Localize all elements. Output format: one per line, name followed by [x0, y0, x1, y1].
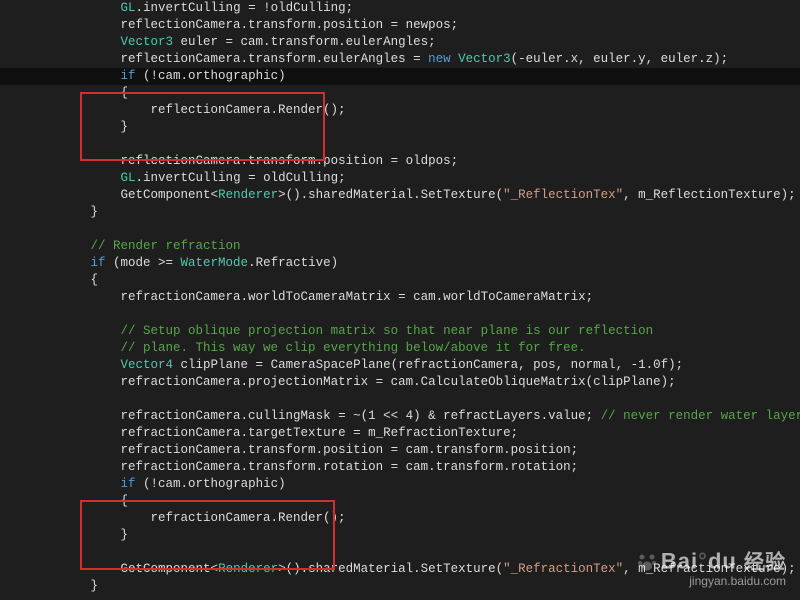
code-editor[interactable]: GL.invertCulling = !oldCulling; reflecti… [0, 0, 800, 595]
code-line[interactable]: { [0, 493, 800, 510]
code-line[interactable]: refractionCamera.projectionMatrix = cam.… [0, 374, 800, 391]
code-line[interactable]: // Setup oblique projection matrix so th… [0, 323, 800, 340]
code-line[interactable]: refractionCamera.transform.position = ca… [0, 442, 800, 459]
code-line[interactable]: { [0, 85, 800, 102]
code-line[interactable]: // plane. This way we clip everything be… [0, 340, 800, 357]
code-line[interactable]: reflectionCamera.transform.eulerAngles =… [0, 51, 800, 68]
code-line[interactable] [0, 544, 800, 561]
code-line[interactable]: reflectionCamera.transform.position = ne… [0, 17, 800, 34]
code-line[interactable]: GL.invertCulling = oldCulling; [0, 170, 800, 187]
code-line[interactable]: } [0, 204, 800, 221]
code-line[interactable]: if (!cam.orthographic) [0, 476, 800, 493]
code-line[interactable]: refractionCamera.cullingMask = ~(1 << 4)… [0, 408, 800, 425]
code-line[interactable]: refractionCamera.transform.rotation = ca… [0, 459, 800, 476]
code-line[interactable]: Vector3 euler = cam.transform.eulerAngle… [0, 34, 800, 51]
code-line[interactable] [0, 221, 800, 238]
code-line[interactable]: } [0, 119, 800, 136]
code-line[interactable] [0, 136, 800, 153]
code-line[interactable] [0, 306, 800, 323]
code-line[interactable]: Vector4 clipPlane = CameraSpacePlane(ref… [0, 357, 800, 374]
code-line[interactable]: refractionCamera.targetTexture = m_Refra… [0, 425, 800, 442]
code-line[interactable]: GetComponent<Renderer>().sharedMaterial.… [0, 561, 800, 578]
code-line[interactable]: GetComponent<Renderer>().sharedMaterial.… [0, 187, 800, 204]
code-line[interactable]: GL.invertCulling = !oldCulling; [0, 0, 800, 17]
code-line[interactable]: reflectionCamera.transform.position = ol… [0, 153, 800, 170]
code-line[interactable]: if (mode >= WaterMode.Refractive) [0, 255, 800, 272]
code-line[interactable] [0, 391, 800, 408]
code-line[interactable]: { [0, 272, 800, 289]
code-line[interactable]: } [0, 578, 800, 595]
code-line[interactable]: if (!cam.orthographic) [0, 68, 800, 85]
code-line[interactable]: } [0, 527, 800, 544]
code-line[interactable]: refractionCamera.Render(); [0, 510, 800, 527]
code-line[interactable]: // Render refraction [0, 238, 800, 255]
code-line[interactable]: reflectionCamera.Render(); [0, 102, 800, 119]
code-line[interactable]: refractionCamera.worldToCameraMatrix = c… [0, 289, 800, 306]
